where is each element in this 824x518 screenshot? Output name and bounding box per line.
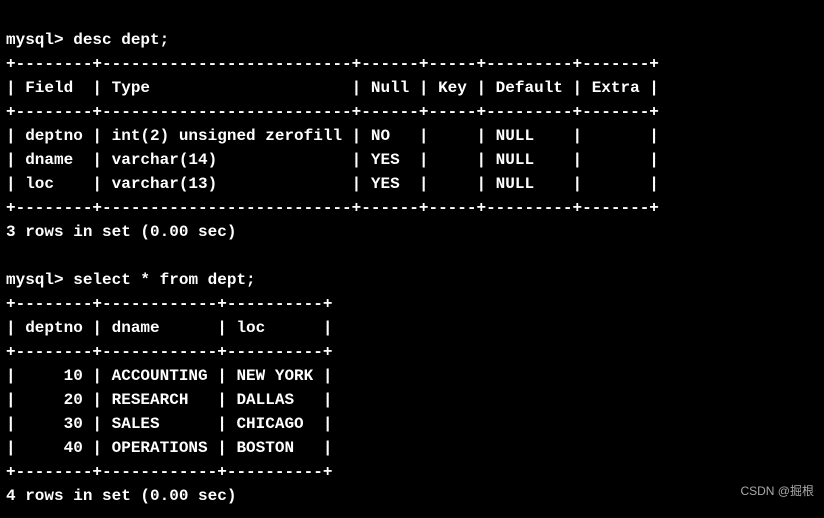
sel-border: +--------+------------+----------+ <box>6 463 332 481</box>
table-row: | loc | varchar(13) | YES | | NULL | | <box>6 175 659 193</box>
prompt: mysql> <box>6 31 64 49</box>
desc-border: +--------+--------------------------+---… <box>6 55 659 73</box>
desc-border: +--------+--------------------------+---… <box>6 199 659 217</box>
terminal-output: mysql> desc dept; +--------+------------… <box>6 4 818 508</box>
table-row: | 10 | ACCOUNTING | NEW YORK | <box>6 367 332 385</box>
desc-header: | Field | Type | Null | Key | Default | … <box>6 79 659 97</box>
watermark: CSDN @掘根 <box>740 482 814 500</box>
table-row: | 20 | RESEARCH | DALLAS | <box>6 391 332 409</box>
table-row: | 30 | SALES | CHICAGO | <box>6 415 332 433</box>
command-desc: desc dept; <box>73 31 169 49</box>
sel-border: +--------+------------+----------+ <box>6 295 332 313</box>
result-summary: 4 rows in set (0.00 sec) <box>6 487 236 505</box>
desc-border: +--------+--------------------------+---… <box>6 103 659 121</box>
table-row: | 40 | OPERATIONS | BOSTON | <box>6 439 332 457</box>
table-row: | deptno | int(2) unsigned zerofill | NO… <box>6 127 659 145</box>
sel-border: +--------+------------+----------+ <box>6 343 332 361</box>
result-summary: 3 rows in set (0.00 sec) <box>6 223 236 241</box>
prompt: mysql> <box>6 271 64 289</box>
table-row: | dname | varchar(14) | YES | | NULL | | <box>6 151 659 169</box>
command-select: select * from dept; <box>73 271 255 289</box>
sel-header: | deptno | dname | loc | <box>6 319 332 337</box>
